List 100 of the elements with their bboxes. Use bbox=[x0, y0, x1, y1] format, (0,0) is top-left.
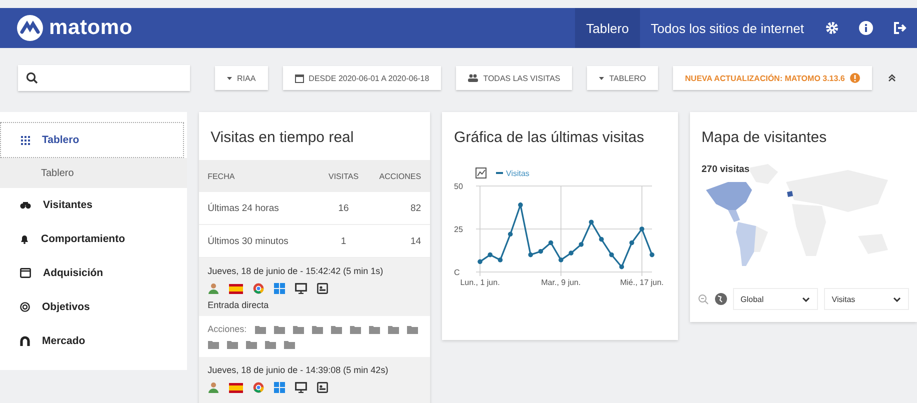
contact-card-icon bbox=[316, 382, 328, 393]
table-cell-text: 16 bbox=[337, 202, 350, 214]
folder-icon[interactable] bbox=[264, 340, 276, 349]
flag-icon bbox=[228, 284, 243, 294]
target-icon bbox=[20, 302, 30, 312]
sidebar-item[interactable]: Objetivos bbox=[0, 290, 187, 324]
data-point[interactable] bbox=[619, 264, 624, 270]
folder-icon[interactable] bbox=[254, 324, 266, 334]
column-header: FECHA bbox=[208, 172, 236, 180]
visits-total: 270 visitas bbox=[702, 164, 750, 175]
binoculars-icon bbox=[20, 201, 31, 209]
folder-icon[interactable] bbox=[292, 324, 304, 334]
folder-icon[interactable] bbox=[368, 324, 380, 334]
data-point[interactable] bbox=[538, 248, 544, 254]
folder-icon[interactable] bbox=[284, 340, 295, 349]
folder-icon[interactable] bbox=[208, 340, 219, 349]
bell-icon bbox=[20, 234, 29, 244]
y-tick-label: C bbox=[454, 268, 460, 277]
calendar-icon bbox=[294, 74, 304, 82]
dropdown[interactable]: Visitas bbox=[824, 288, 910, 310]
data-point[interactable] bbox=[478, 259, 482, 264]
chevron-down-icon bbox=[802, 296, 810, 302]
visit-time: Jueves, 18 de junio de - 14:39:08 (5 min 42s) bbox=[208, 365, 390, 375]
visitor-icon bbox=[208, 283, 219, 294]
data-point[interactable] bbox=[640, 226, 644, 232]
actions-label: Acciones: bbox=[208, 324, 247, 334]
sidebar-subitem[interactable]: Tablero bbox=[0, 158, 187, 188]
visit-referrer: Entrada directa bbox=[208, 300, 270, 310]
search-icon bbox=[26, 72, 38, 84]
logout-icon[interactable] bbox=[893, 21, 907, 35]
legend-label[interactable]: Visitas bbox=[506, 169, 530, 178]
dropdown[interactable]: Global bbox=[732, 288, 818, 310]
folder-icon[interactable] bbox=[388, 324, 399, 334]
caret-icon bbox=[599, 76, 604, 80]
browser-icon bbox=[252, 283, 264, 294]
flag-icon bbox=[228, 382, 243, 392]
folder-icon[interactable] bbox=[274, 324, 285, 334]
sidebar-item[interactable]: Comportamiento bbox=[0, 222, 187, 256]
grid-icon bbox=[21, 136, 30, 144]
visitor-icon bbox=[208, 382, 219, 393]
data-point[interactable] bbox=[568, 250, 574, 256]
chevron-down-icon bbox=[893, 296, 902, 302]
chart-type-icon[interactable] bbox=[476, 168, 487, 178]
data-point[interactable] bbox=[518, 202, 523, 208]
sidebar-item[interactable]: Mercado bbox=[0, 324, 187, 358]
card-title: Visitas en tiempo real bbox=[210, 128, 355, 148]
sidebar-item[interactable]: Adquisición bbox=[0, 256, 187, 290]
toolbar-button[interactable]: TABLERO bbox=[587, 66, 658, 90]
table-cell-text: Últimas 24 horas bbox=[208, 202, 280, 214]
window-icon bbox=[20, 268, 31, 278]
data-point[interactable] bbox=[558, 258, 564, 262]
data-point[interactable] bbox=[588, 220, 594, 225]
y-tick-label: 50 bbox=[454, 182, 463, 191]
data-point[interactable] bbox=[629, 240, 634, 246]
data-point[interactable] bbox=[508, 232, 513, 237]
toolbar-button[interactable]: TODAS LAS VISITAS bbox=[456, 66, 572, 90]
y-tick-label: 25 bbox=[454, 225, 463, 234]
people-icon bbox=[468, 74, 478, 82]
caret-icon bbox=[227, 76, 232, 80]
nav-link[interactable]: Todos los sitios de internet bbox=[640, 8, 815, 48]
data-point[interactable] bbox=[599, 236, 604, 242]
legend-line bbox=[496, 172, 504, 174]
monitor-icon bbox=[294, 382, 307, 393]
info-icon[interactable] bbox=[859, 21, 873, 35]
card-title: Mapa de visitantes bbox=[700, 128, 828, 148]
browser-icon bbox=[252, 382, 264, 393]
data-point[interactable] bbox=[578, 242, 584, 247]
data-point[interactable] bbox=[650, 252, 654, 258]
data-point[interactable] bbox=[548, 240, 554, 246]
column-header: VISITAS bbox=[328, 172, 360, 180]
x-tick-label: Mié., 17 jun. bbox=[620, 278, 664, 287]
windows-icon bbox=[274, 283, 285, 294]
settings-icon[interactable] bbox=[825, 21, 839, 35]
contact-card-icon bbox=[316, 283, 328, 294]
toolbar-button[interactable]: RIAA bbox=[215, 66, 268, 90]
search-field[interactable] bbox=[18, 65, 190, 91]
data-point[interactable] bbox=[528, 252, 534, 258]
logo-text: matomo bbox=[49, 16, 132, 40]
data-point[interactable] bbox=[609, 252, 614, 258]
folder-icon[interactable] bbox=[406, 324, 418, 334]
toolbar-button[interactable]: DESDE 2020-06-01 A 2020-06-18 bbox=[282, 66, 442, 90]
magnet-icon bbox=[20, 336, 30, 346]
sidebar-item[interactable]: Visitantes bbox=[0, 188, 187, 222]
table-cell-text: Últimos 30 minutos bbox=[208, 236, 290, 246]
table-cell-text: 82 bbox=[409, 202, 422, 214]
data-point[interactable] bbox=[488, 252, 493, 258]
x-tick-label: Lun., 1 jun. bbox=[460, 278, 500, 287]
folder-icon[interactable] bbox=[246, 340, 257, 349]
card-title: Gráfica de las últimas visitas bbox=[453, 128, 646, 148]
globe-icon[interactable] bbox=[714, 293, 727, 305]
windows-icon bbox=[274, 382, 285, 393]
folder-icon[interactable] bbox=[330, 324, 342, 334]
collapse-icon[interactable] bbox=[886, 73, 897, 83]
data-point[interactable] bbox=[498, 258, 503, 262]
folder-icon[interactable] bbox=[226, 340, 238, 349]
nav-link[interactable]: Tablero bbox=[575, 8, 640, 48]
folder-icon[interactable] bbox=[312, 324, 323, 334]
folder-icon[interactable] bbox=[350, 324, 361, 334]
monitor-icon bbox=[294, 283, 307, 294]
alert-icon bbox=[850, 73, 860, 83]
